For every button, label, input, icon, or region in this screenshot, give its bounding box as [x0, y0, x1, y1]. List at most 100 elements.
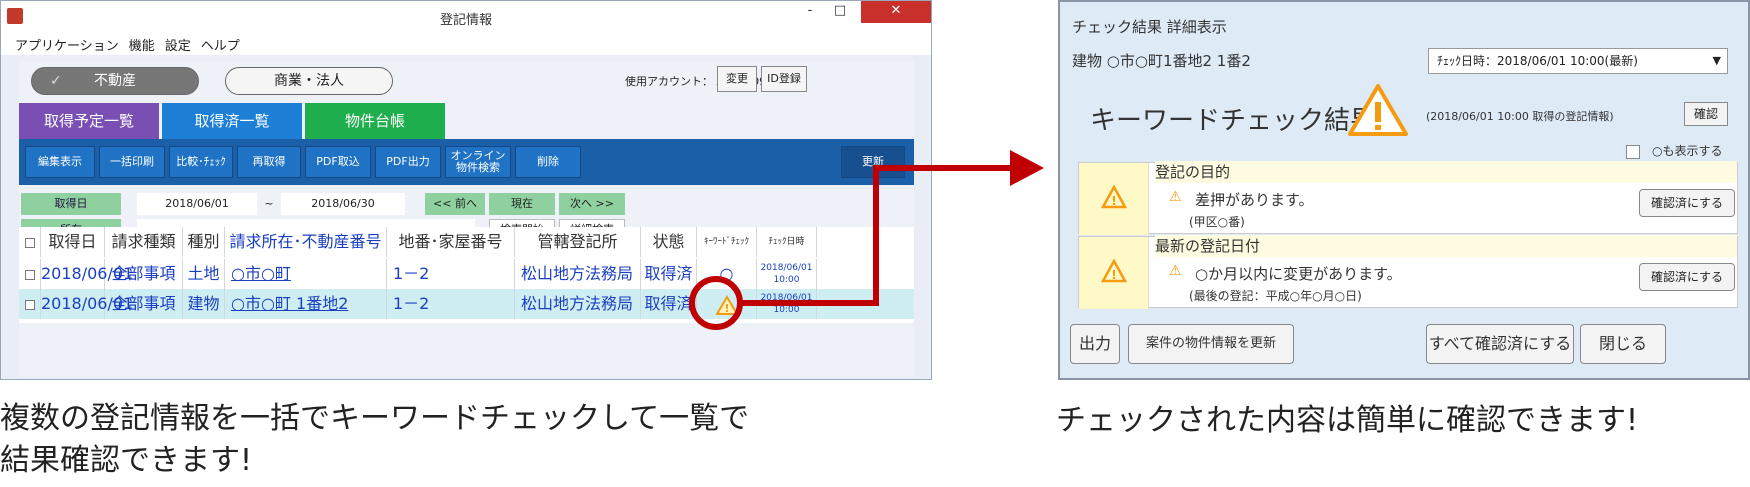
col-office[interactable]: 管轄登記所: [515, 227, 641, 257]
confirm-all-button[interactable]: すべて確認済にする: [1426, 324, 1574, 364]
close-dialog-button[interactable]: 閉じる: [1580, 324, 1666, 364]
col-check-time[interactable]: ﾁｪｯｸ日時: [757, 227, 817, 257]
caption-right: チェックされた内容は簡単に確認できます!: [1056, 403, 1639, 438]
pdf-export-button[interactable]: PDF出力: [375, 146, 441, 178]
acquired-note: (2018/06/01 10:00 取得の登記情報): [1426, 110, 1614, 123]
check-icon: ✓: [50, 73, 62, 89]
issue-icon-cell: !: [1079, 163, 1149, 235]
col-lot[interactable]: 地番･家屋番号: [387, 227, 515, 257]
menu-bar: アプリケーション 機能 設定 ヘルプ: [1, 33, 931, 55]
segment-real-estate[interactable]: ✓ 不動産: [31, 67, 199, 95]
now-button[interactable]: 現在: [489, 193, 555, 215]
date-to-field[interactable]: 2018/06/30: [281, 193, 405, 215]
show-o-checkbox[interactable]: [1626, 144, 1640, 159]
refresh-button[interactable]: 更新: [841, 146, 905, 178]
online-search-button[interactable]: オンライン物件検索: [445, 146, 511, 178]
warning-icon: !: [714, 294, 739, 315]
issue-sub: (甲区○番): [1189, 215, 1245, 229]
building-label: 建物 ○市○町1番地2 1番2: [1072, 52, 1251, 70]
col-address[interactable]: 請求所在･不動産番号: [225, 227, 387, 257]
date-from-field[interactable]: 2018/06/01: [137, 193, 257, 215]
caption-left: 複数の登記情報を一括でキーワードチェックして一覧で 結果確認できます!: [0, 398, 749, 482]
cell-address-link[interactable]: ○市○町 1番地2: [225, 289, 387, 319]
tab-scheduled[interactable]: 取得予定一覧: [19, 103, 159, 139]
svg-text:!: !: [1111, 194, 1116, 208]
window-title: 登記情報: [439, 13, 492, 28]
title-bar: 登記情報 - □ ✕: [1, 1, 931, 33]
row-checkbox[interactable]: [19, 259, 41, 289]
warning-icon: !: [1101, 259, 1127, 283]
mark-confirmed-button[interactable]: 確認済にする: [1639, 263, 1735, 291]
cell-office: 松山地方法務局: [515, 289, 641, 319]
tab-acquired[interactable]: 取得済一覧: [162, 103, 302, 139]
maximize-button[interactable]: □: [825, 1, 855, 23]
cell-date: 2018/06/01: [41, 289, 133, 319]
prev-button[interactable]: << 前へ: [425, 193, 485, 215]
issue-icon-cell: !: [1079, 237, 1149, 309]
small-warning-icon: ⚠: [1169, 263, 1182, 279]
tab-property-ledger[interactable]: 物件台帳: [305, 103, 445, 139]
close-button[interactable]: ✕: [861, 1, 931, 23]
delete-button[interactable]: 削除: [515, 146, 581, 178]
show-o-toggle[interactable]: ○も表示する: [1626, 142, 1722, 159]
range-separator: ~: [264, 197, 274, 210]
issue-title: 登記の目的: [1155, 161, 1737, 183]
table-row[interactable]: 2018/06/01 全部事項 土地 ○市○町 1－2 松山地方法務局 取得済 …: [19, 259, 914, 289]
cell-lot: 1－2: [387, 289, 515, 319]
detail-header: チェック結果 詳細表示: [1072, 18, 1227, 36]
table-header-row: 取得日 請求種類 種別 請求所在･不動産番号 地番･家屋番号 管轄登記所 状態 …: [19, 227, 914, 257]
minimize-button[interactable]: -: [795, 1, 825, 23]
cell-address-link[interactable]: ○市○町: [225, 259, 387, 289]
mark-confirmed-button[interactable]: 確認済にする: [1639, 189, 1735, 217]
warning-icon: [1348, 84, 1408, 136]
menu-application[interactable]: アプリケーション: [15, 35, 119, 54]
compare-check-button[interactable]: 比較･ﾁｪｯｸ: [169, 146, 233, 178]
confirm-button[interactable]: 確認: [1684, 102, 1728, 126]
change-account-button[interactable]: 変更: [717, 66, 757, 92]
toolbar: 編集表示 一括印刷 比較･ﾁｪｯｸ 再取得 PDF取込 PDF出力 オンライン物…: [19, 139, 914, 185]
select-all-checkbox[interactable]: [19, 227, 41, 257]
batch-print-button[interactable]: 一括印刷: [99, 146, 165, 178]
row-checkbox[interactable]: [19, 289, 41, 319]
check-datetime-select[interactable]: ﾁｪｯｸ日時：2018/06/01 10:00(最新) ▼: [1428, 48, 1728, 74]
issue-title: 最新の登記日付: [1155, 235, 1737, 257]
register-id-button[interactable]: ID登録: [761, 66, 807, 92]
pdf-import-button[interactable]: PDF取込: [305, 146, 371, 178]
output-button[interactable]: 出力: [1070, 324, 1120, 364]
warning-result-cell[interactable]: !: [697, 289, 757, 319]
chevron-down-icon: ▼: [1712, 54, 1721, 67]
cell-kind: 土地: [183, 259, 225, 289]
arrow-head: [1010, 150, 1044, 186]
col-status[interactable]: 状態: [641, 227, 697, 257]
col-keyword-check[interactable]: ｷｰﾜｰﾄﾞﾁｪｯｸ: [697, 227, 757, 257]
small-warning-icon: ⚠: [1169, 189, 1182, 205]
menu-function[interactable]: 機能: [129, 35, 155, 54]
issue-sub: (最後の登記：平成○年○月○日): [1189, 289, 1362, 303]
next-button[interactable]: 次へ >>: [559, 193, 625, 215]
cell-status: 取得済: [641, 259, 697, 289]
cell-lot: 1－2: [387, 259, 515, 289]
cell-check-time: 2018/06/01 10:00: [757, 289, 817, 319]
cell-check-time: 2018/06/01 10:00: [757, 259, 817, 289]
reacquire-button[interactable]: 再取得: [237, 146, 301, 178]
col-request-type[interactable]: 請求種類: [105, 227, 183, 257]
issue-message: ○か月以内に変更があります。: [1195, 265, 1402, 283]
cell-status: 取得済: [641, 289, 697, 319]
menu-help[interactable]: ヘルプ: [201, 35, 240, 54]
check-result-window: チェック結果 詳細表示 建物 ○市○町1番地2 1番2 ﾁｪｯｸ日時：2018/…: [1058, 0, 1750, 380]
segment-commercial[interactable]: 商業・法人: [225, 67, 393, 95]
col-kind[interactable]: 種別: [183, 227, 225, 257]
caption-left-line2: 結果確認できます!: [0, 443, 253, 478]
date-label: 取得日: [21, 193, 121, 215]
edit-view-button[interactable]: 編集表示: [25, 146, 95, 178]
check-datetime-value: ﾁｪｯｸ日時：2018/06/01 10:00(最新): [1437, 54, 1638, 68]
main-panel: ✓ 不動産 商業・法人 使用アカウント： AAFE6091 変更 ID登録 取得…: [19, 61, 914, 377]
cell-office: 松山地方法務局: [515, 259, 641, 289]
col-date[interactable]: 取得日: [41, 227, 105, 257]
caption-left-line1: 複数の登記情報を一括でキーワードチェックして一覧で: [0, 401, 750, 436]
menu-settings[interactable]: 設定: [165, 35, 191, 54]
update-property-button[interactable]: 案件の物件情報を更新: [1128, 324, 1294, 364]
svg-text:!: !: [1111, 268, 1116, 282]
table-row[interactable]: 2018/06/01 全部事項 建物 ○市○町 1番地2 1－2 松山地方法務局…: [19, 289, 914, 319]
cell-kind: 建物: [183, 289, 225, 319]
